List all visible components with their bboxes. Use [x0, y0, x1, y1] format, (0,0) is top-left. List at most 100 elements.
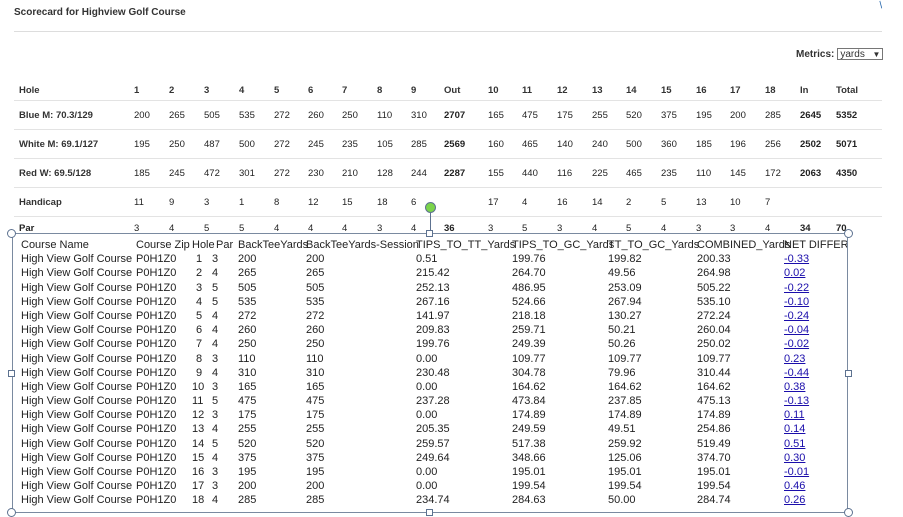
- score-cell: 11: [134, 196, 144, 208]
- data-cell: 110: [306, 352, 324, 365]
- data-cell: 0.00: [416, 466, 438, 478]
- data-cell: P0H1Z0: [136, 380, 177, 393]
- resize-handle-bottom-left[interactable]: [7, 508, 16, 517]
- resize-handle-bottom[interactable]: [426, 509, 433, 516]
- score-cell: 6: [411, 196, 417, 208]
- data-cell: 175: [306, 409, 325, 422]
- score-cell: 255: [592, 109, 608, 121]
- table-row: High View Golf Course P0H1Z0 15 4 375 375 249.…: [13, 451, 847, 465]
- data-cell: 260: [306, 324, 325, 337]
- table-row: High View Golf Course P0H1Z0 4 5 535 535 267.1…: [13, 295, 847, 309]
- net-difference-link[interactable]: -0.01: [784, 465, 809, 479]
- data-cell: 164.62: [697, 380, 731, 393]
- net-difference-link[interactable]: 0.14: [784, 422, 805, 436]
- resize-handle-top-right[interactable]: [844, 229, 853, 238]
- score-cell: 8: [377, 84, 383, 96]
- net-difference-link[interactable]: -0.22: [784, 281, 809, 295]
- data-cell: High View Golf Course: [21, 338, 133, 351]
- data-cell: 164.62: [512, 380, 546, 393]
- metrics-select[interactable]: yards ▼: [837, 48, 884, 60]
- data-cell: 5: [212, 295, 219, 308]
- table-row: High View Golf Course P0H1Z0 14 5 520 520 259.…: [13, 437, 847, 451]
- data-cell: 0.00: [416, 409, 438, 422]
- data-cell: High View Golf Course: [21, 309, 133, 322]
- score-cell: 18: [765, 84, 776, 96]
- resize-handle-right[interactable]: [845, 370, 852, 377]
- resize-handle-top-left[interactable]: [7, 229, 16, 238]
- row-label: Hole: [19, 84, 40, 96]
- data-cell: 200.33: [697, 253, 731, 266]
- score-cell: 13: [696, 196, 707, 208]
- data-cell: 109.77: [608, 352, 642, 365]
- data-cell: P0H1Z0: [136, 309, 177, 322]
- metrics-label: Metrics:: [796, 48, 835, 60]
- net-difference-link[interactable]: 0.11: [784, 408, 805, 422]
- data-cell: 195.01: [697, 466, 731, 478]
- score-cell: 17: [488, 196, 499, 208]
- score-cell: 465: [626, 167, 642, 179]
- resize-handle-top[interactable]: [426, 230, 433, 237]
- table-row: High View Golf Course P0H1Z0 13 4 255 255 205.…: [13, 422, 847, 436]
- score-cell: 185: [696, 138, 712, 150]
- data-cell: 141.97: [416, 309, 450, 322]
- score-cell: 1: [134, 84, 140, 96]
- data-cell: 265: [238, 267, 257, 280]
- net-difference-link[interactable]: 0.26: [784, 493, 805, 507]
- scorecard-row: Handicap 11 9 3 1 8 12 15 18 6 17 4 16 14 2 5 13 10 7: [14, 188, 882, 217]
- pasted-data-table[interactable]: Course Name Course Zip Hole Par BackTeeYards…: [12, 233, 848, 513]
- net-difference-link[interactable]: 0.02: [784, 266, 805, 280]
- data-cell: P0H1Z0: [136, 253, 177, 266]
- data-cell: 374.70: [697, 451, 731, 464]
- net-difference-link[interactable]: -0.02: [784, 337, 809, 351]
- data-cell: P0H1Z0: [136, 494, 177, 507]
- data-cell: 249.39: [512, 338, 546, 351]
- net-difference-link[interactable]: 0.46: [784, 479, 805, 493]
- data-cell: 109.77: [512, 352, 546, 365]
- score-cell: 2: [169, 84, 175, 96]
- net-difference-link[interactable]: -0.13: [784, 394, 809, 408]
- data-cell: 1: [196, 253, 203, 266]
- data-cell: TIPS_TO_TT_Yards: [416, 239, 516, 251]
- net-difference-link[interactable]: -0.04: [784, 323, 809, 337]
- data-cell: High View Golf Course: [21, 437, 133, 450]
- net-difference-link[interactable]: 0.23: [784, 352, 805, 366]
- score-cell: 7: [765, 196, 771, 208]
- resize-handle-left[interactable]: [8, 370, 15, 377]
- data-cell: 195: [238, 466, 257, 478]
- data-cell: 209.83: [416, 324, 450, 337]
- row-label: Red W: 69.5/128: [19, 167, 92, 179]
- table-row: High View Golf Course P0H1Z0 12 3 175 175 0.00…: [13, 408, 847, 422]
- score-cell: 14: [592, 196, 603, 208]
- net-difference-link[interactable]: 0.51: [784, 437, 805, 451]
- score-cell: 18: [377, 196, 388, 208]
- net-difference-link[interactable]: -0.33: [784, 252, 809, 266]
- resize-handle-bottom-right[interactable]: [844, 508, 853, 517]
- data-cell: 4: [212, 309, 219, 322]
- score-cell: 235: [342, 138, 358, 150]
- data-cell: 535.10: [697, 295, 731, 308]
- net-difference-link[interactable]: -0.44: [784, 366, 809, 380]
- net-difference-link[interactable]: -0.24: [784, 309, 809, 323]
- data-cell: 520: [306, 437, 325, 450]
- score-cell: 15: [661, 84, 672, 96]
- rotate-handle[interactable]: [425, 202, 436, 213]
- net-difference-link[interactable]: 0.38: [784, 380, 805, 394]
- score-cell: 500: [239, 138, 255, 150]
- score-cell: 12: [557, 84, 568, 96]
- net-difference-link[interactable]: 0.30: [784, 451, 805, 465]
- net-difference-link[interactable]: -0.10: [784, 295, 809, 309]
- data-cell: 260: [238, 324, 257, 337]
- score-cell: 185: [134, 167, 150, 179]
- data-cell: 3: [212, 352, 219, 365]
- data-cell: P0H1Z0: [136, 395, 177, 408]
- data-cell: 8: [196, 352, 203, 365]
- title-divider: [14, 31, 882, 32]
- data-cell: High View Golf Course: [21, 423, 133, 436]
- data-cell: 505.22: [697, 281, 731, 294]
- data-cell: 505: [306, 281, 325, 294]
- data-cell: P0H1Z0: [136, 281, 177, 294]
- data-cell: 254.86: [697, 423, 731, 436]
- table-row: High View Golf Course P0H1Z0 7 4 250 250 199.7…: [13, 337, 847, 351]
- data-cell: High View Golf Course: [21, 480, 133, 493]
- data-cell: High View Golf Course: [21, 466, 133, 478]
